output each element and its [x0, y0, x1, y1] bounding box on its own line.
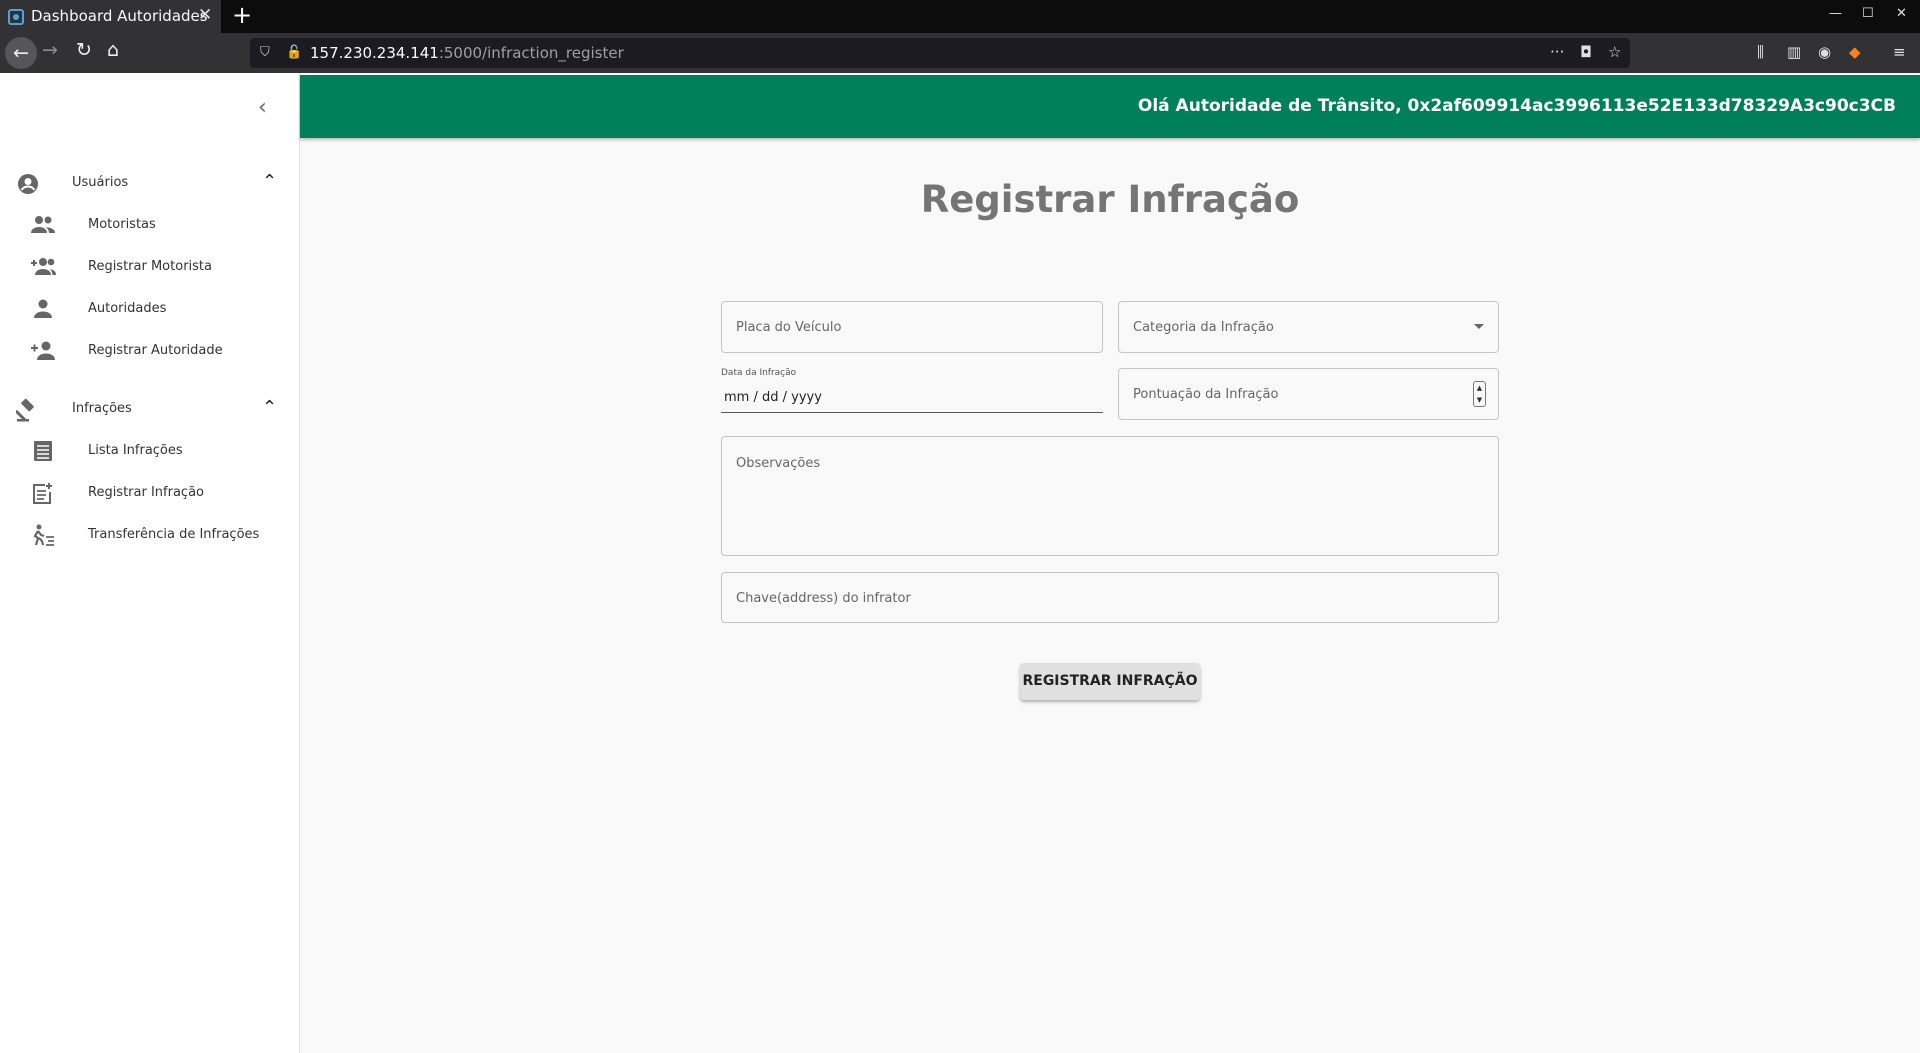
list-icon	[30, 440, 56, 462]
close-window-icon[interactable]: ✕	[1896, 6, 1907, 21]
data-infracao-date-input[interactable]: Data da Infração mm / dd / yyyy	[721, 366, 1103, 413]
sidebar-item-label: Lista Infrações	[88, 443, 183, 458]
categoria-placeholder: Categoria da Infração	[1133, 320, 1274, 335]
page-title: Registrar Infração	[920, 178, 1300, 221]
sidebar-item-label: Registrar Motorista	[88, 259, 212, 274]
app-header: Olá Autoridade de Trânsito, 0x2af609914a…	[300, 75, 1920, 138]
pocket-icon[interactable]: ◘	[1580, 43, 1592, 61]
sidebar-item-lista-infracoes[interactable]: Lista Infrações	[0, 431, 300, 471]
user-greeting: Olá Autoridade de Trânsito, 0x2af609914a…	[1137, 96, 1896, 116]
registrar-infracao-button[interactable]: REGISTRAR INFRAÇÃO	[1020, 663, 1200, 700]
browser-tab-strip: Dashboard Autoridades ✕ + — ☐ ✕	[0, 0, 1920, 33]
minimize-window-icon[interactable]: —	[1829, 6, 1842, 21]
library-icon[interactable]: ⫼	[1757, 43, 1764, 61]
people-icon	[30, 214, 56, 236]
sidebar-item-registrar-motorista[interactable]: Registrar Motorista	[0, 247, 300, 287]
browser-tab[interactable]: Dashboard Autoridades ✕	[0, 0, 221, 33]
sidebar-item-registrar-infracao[interactable]: Registrar Infração	[0, 473, 300, 513]
maximize-window-icon[interactable]: ☐	[1862, 6, 1874, 21]
metamask-extension-icon[interactable]: ◆	[1849, 43, 1861, 61]
sidebar-item-registrar-autoridade[interactable]: Registrar Autoridade	[0, 331, 300, 371]
pontuacao-infracao-input[interactable]: Pontuação da Infração ▲ ▼	[1118, 368, 1499, 420]
sidebar: ‹ Usuários ⌃ Motoristas Registrar Motori…	[0, 73, 300, 1053]
sidebar-item-label: Autoridades	[88, 301, 167, 316]
sidebar-section-label: Infrações	[72, 401, 132, 416]
account-icon[interactable]: ◉	[1818, 43, 1831, 61]
sidebar-item-label: Registrar Autoridade	[88, 343, 223, 358]
reload-icon[interactable]: ↻	[76, 41, 92, 60]
site-favicon-icon	[8, 9, 24, 25]
back-button-icon[interactable]: ←	[5, 37, 37, 69]
insecure-lock-icon[interactable]: 🔓	[286, 45, 302, 60]
sidebar-item-autoridades[interactable]: Autoridades	[0, 289, 300, 329]
sidebar-toggle-icon[interactable]: ▥	[1787, 43, 1801, 61]
tab-title: Dashboard Autoridades	[31, 7, 208, 25]
url-path: :5000/infraction_register	[438, 44, 624, 62]
sidebar-item-label: Registrar Infração	[88, 485, 204, 500]
account-circle-icon	[16, 172, 40, 196]
chevron-up-icon[interactable]: ⌃	[262, 397, 277, 418]
sidebar-item-label: Transferência de Infrações	[88, 527, 260, 542]
sidebar-section-label: Usuários	[72, 175, 129, 190]
new-tab-button[interactable]: +	[232, 1, 252, 29]
categoria-infracao-select[interactable]: Categoria da Infração	[1118, 301, 1499, 353]
sidebar-item-transferencia-infracoes[interactable]: Transferência de Infrações	[0, 515, 300, 555]
observacoes-textarea[interactable]: Observações	[721, 436, 1499, 556]
tab-close-icon[interactable]: ✕	[198, 5, 212, 25]
person-icon	[30, 298, 56, 320]
url-host: 157.230.234.141	[310, 44, 439, 62]
bookmark-star-icon[interactable]: ☆	[1608, 43, 1621, 61]
chave-placeholder: Chave(address) do infrator	[736, 591, 911, 606]
sidebar-section-usuarios[interactable]: Usuários ⌃	[0, 163, 300, 203]
chevron-up-icon[interactable]: ⌃	[262, 171, 277, 192]
observacoes-placeholder: Observações	[736, 456, 821, 471]
dropdown-arrow-icon[interactable]	[1474, 324, 1484, 329]
browser-toolbar: ← → ↻ ⌂ ⛉ 🔓 157.230.234.141:5000/infract…	[0, 33, 1920, 73]
data-infracao-label: Data da Infração	[721, 368, 797, 378]
group-add-icon	[30, 256, 56, 278]
url-text[interactable]: 157.230.234.141:5000/infraction_register	[310, 44, 624, 62]
home-icon[interactable]: ⌂	[107, 41, 119, 60]
placa-veiculo-input[interactable]: Placa do Veículo	[721, 301, 1103, 353]
url-bar[interactable]: ⛉ 🔓 157.230.234.141:5000/infraction_regi…	[250, 38, 1630, 68]
sidebar-item-label: Motoristas	[88, 217, 156, 232]
placa-placeholder: Placa do Veículo	[736, 320, 842, 335]
shield-icon[interactable]: ⛉	[260, 45, 270, 60]
menu-hamburger-icon[interactable]: ≡	[1893, 43, 1906, 61]
pontuacao-placeholder: Pontuação da Infração	[1133, 387, 1279, 402]
number-spinner-icon[interactable]: ▲ ▼	[1473, 381, 1486, 407]
person-add-icon	[30, 340, 56, 362]
sidebar-section-infracoes[interactable]: Infrações ⌃	[0, 389, 300, 429]
transfer-icon	[30, 524, 56, 546]
post-add-icon	[30, 482, 56, 504]
sidebar-item-motoristas[interactable]: Motoristas	[0, 205, 300, 245]
data-infracao-value[interactable]: mm / dd / yyyy	[724, 390, 822, 405]
page-actions-more-icon[interactable]: ···	[1550, 43, 1564, 61]
forward-button-icon[interactable]: →	[42, 41, 58, 60]
gavel-icon	[16, 398, 40, 422]
collapse-sidebar-chevron-left-icon[interactable]: ‹	[258, 95, 267, 120]
chave-infrator-input[interactable]: Chave(address) do infrator	[721, 572, 1499, 623]
